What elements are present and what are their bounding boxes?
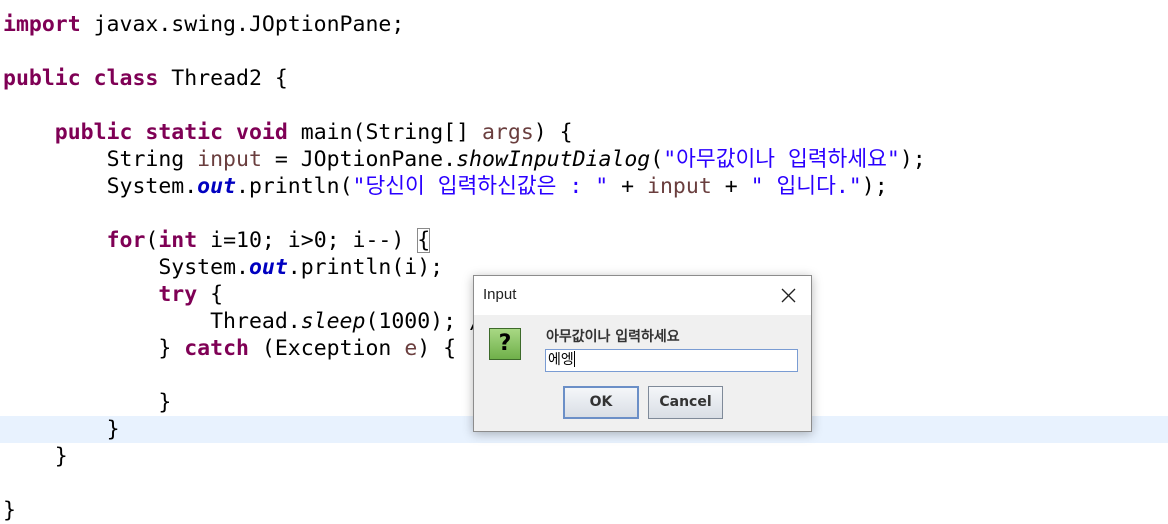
- code-text: }: [158, 336, 185, 361]
- code-text: i=10; i>0; i--): [197, 228, 418, 253]
- code-text: main(String[]: [287, 120, 482, 145]
- code-line-13: } catch (Exception e) {: [3, 335, 456, 362]
- cancel-button[interactable]: Cancel: [648, 386, 723, 419]
- keyword: public: [3, 66, 81, 91]
- code-text: (: [145, 228, 159, 253]
- question-glyph: ?: [498, 331, 512, 356]
- keyword: for: [106, 228, 146, 253]
- code-text: .println(: [236, 174, 353, 199]
- code-text: }: [54, 444, 68, 469]
- code-line-17: }: [3, 443, 68, 470]
- code-text: (: [650, 147, 664, 172]
- code-line-7: System.out.println("당신이 입력하신값은 : " + inp…: [3, 173, 888, 200]
- text-caret: [573, 351, 575, 367]
- string-literal: "당신이 입력하신값은 : ": [352, 174, 609, 199]
- code-line-16: }: [3, 416, 120, 443]
- static-field: out: [248, 255, 288, 280]
- code-text: Thread.: [210, 309, 301, 334]
- ok-button[interactable]: OK: [563, 386, 639, 419]
- string-literal: " 입니다.": [750, 174, 862, 199]
- code-editor[interactable]: import javax.swing.JOptionPane; public c…: [0, 0, 1168, 523]
- keyword: try: [158, 282, 198, 307]
- code-line-15: }: [3, 389, 171, 416]
- input-value: 에엥: [548, 352, 574, 368]
- variable: input: [197, 147, 262, 172]
- keyword: static: [145, 120, 224, 145]
- keyword: import: [3, 12, 81, 37]
- code-line-6: String input = JOptionPane.showInputDial…: [3, 146, 926, 173]
- dialog-text-input[interactable]: 에엥: [545, 349, 798, 372]
- variable: input: [647, 174, 712, 199]
- code-text: );: [899, 147, 926, 172]
- keyword: catch: [184, 336, 249, 361]
- code-line-1: import javax.swing.JOptionPane;: [3, 11, 404, 38]
- code-text: {: [197, 282, 224, 307]
- code-text: ) {: [533, 120, 573, 145]
- keyword: public: [54, 120, 133, 145]
- code-line-11: try {: [3, 281, 223, 308]
- code-text: (Exception: [248, 336, 405, 361]
- code-text: }: [106, 417, 120, 442]
- close-icon: [781, 288, 796, 303]
- variable: args: [481, 120, 534, 145]
- input-dialog: Input ? 아무값이나 입력하세요 에엥 OK Cancel: [473, 275, 812, 432]
- code-text: = JOptionPane.: [261, 147, 457, 172]
- code-text: ) {: [417, 336, 457, 361]
- code-text: Thread2 {: [158, 66, 288, 91]
- code-text: (1000); /: [365, 309, 482, 334]
- keyword: void: [236, 120, 288, 145]
- close-button[interactable]: [767, 276, 811, 315]
- code-line-19: }: [3, 497, 16, 524]
- code-text: System.: [106, 174, 198, 199]
- string-literal: "아무값이나 입력하세요": [663, 147, 900, 172]
- static-field: out: [197, 174, 237, 199]
- matching-brace: {: [417, 228, 431, 253]
- keyword: int: [158, 228, 198, 253]
- code-text: .println(i);: [287, 255, 444, 280]
- variable: e: [404, 336, 418, 361]
- code-line-5: public static void main(String[] args) {: [3, 119, 573, 146]
- code-text: }: [3, 498, 16, 523]
- code-text: String: [106, 147, 198, 172]
- code-text: javax.swing.JOptionPane;: [80, 12, 405, 37]
- dialog-title: Input: [483, 286, 517, 303]
- code-text: +: [711, 174, 751, 199]
- dialog-message: 아무값이나 입력하세요: [546, 329, 680, 345]
- keyword: class: [93, 66, 159, 91]
- method-name: showInputDialog: [456, 147, 651, 172]
- question-icon: ?: [489, 328, 521, 360]
- code-line-9: for(int i=10; i>0; i--) {: [3, 227, 431, 254]
- code-line-10: System.out.println(i);: [3, 254, 443, 281]
- code-line-3: public class Thread2 {: [3, 65, 288, 92]
- code-text: }: [158, 390, 172, 415]
- code-text: System.: [158, 255, 249, 280]
- method-name: sleep: [300, 309, 366, 334]
- code-text: );: [861, 174, 888, 199]
- code-line-12: Thread.sleep(1000); /: [3, 308, 482, 335]
- dialog-titlebar[interactable]: Input: [474, 276, 811, 315]
- code-text: +: [608, 174, 648, 199]
